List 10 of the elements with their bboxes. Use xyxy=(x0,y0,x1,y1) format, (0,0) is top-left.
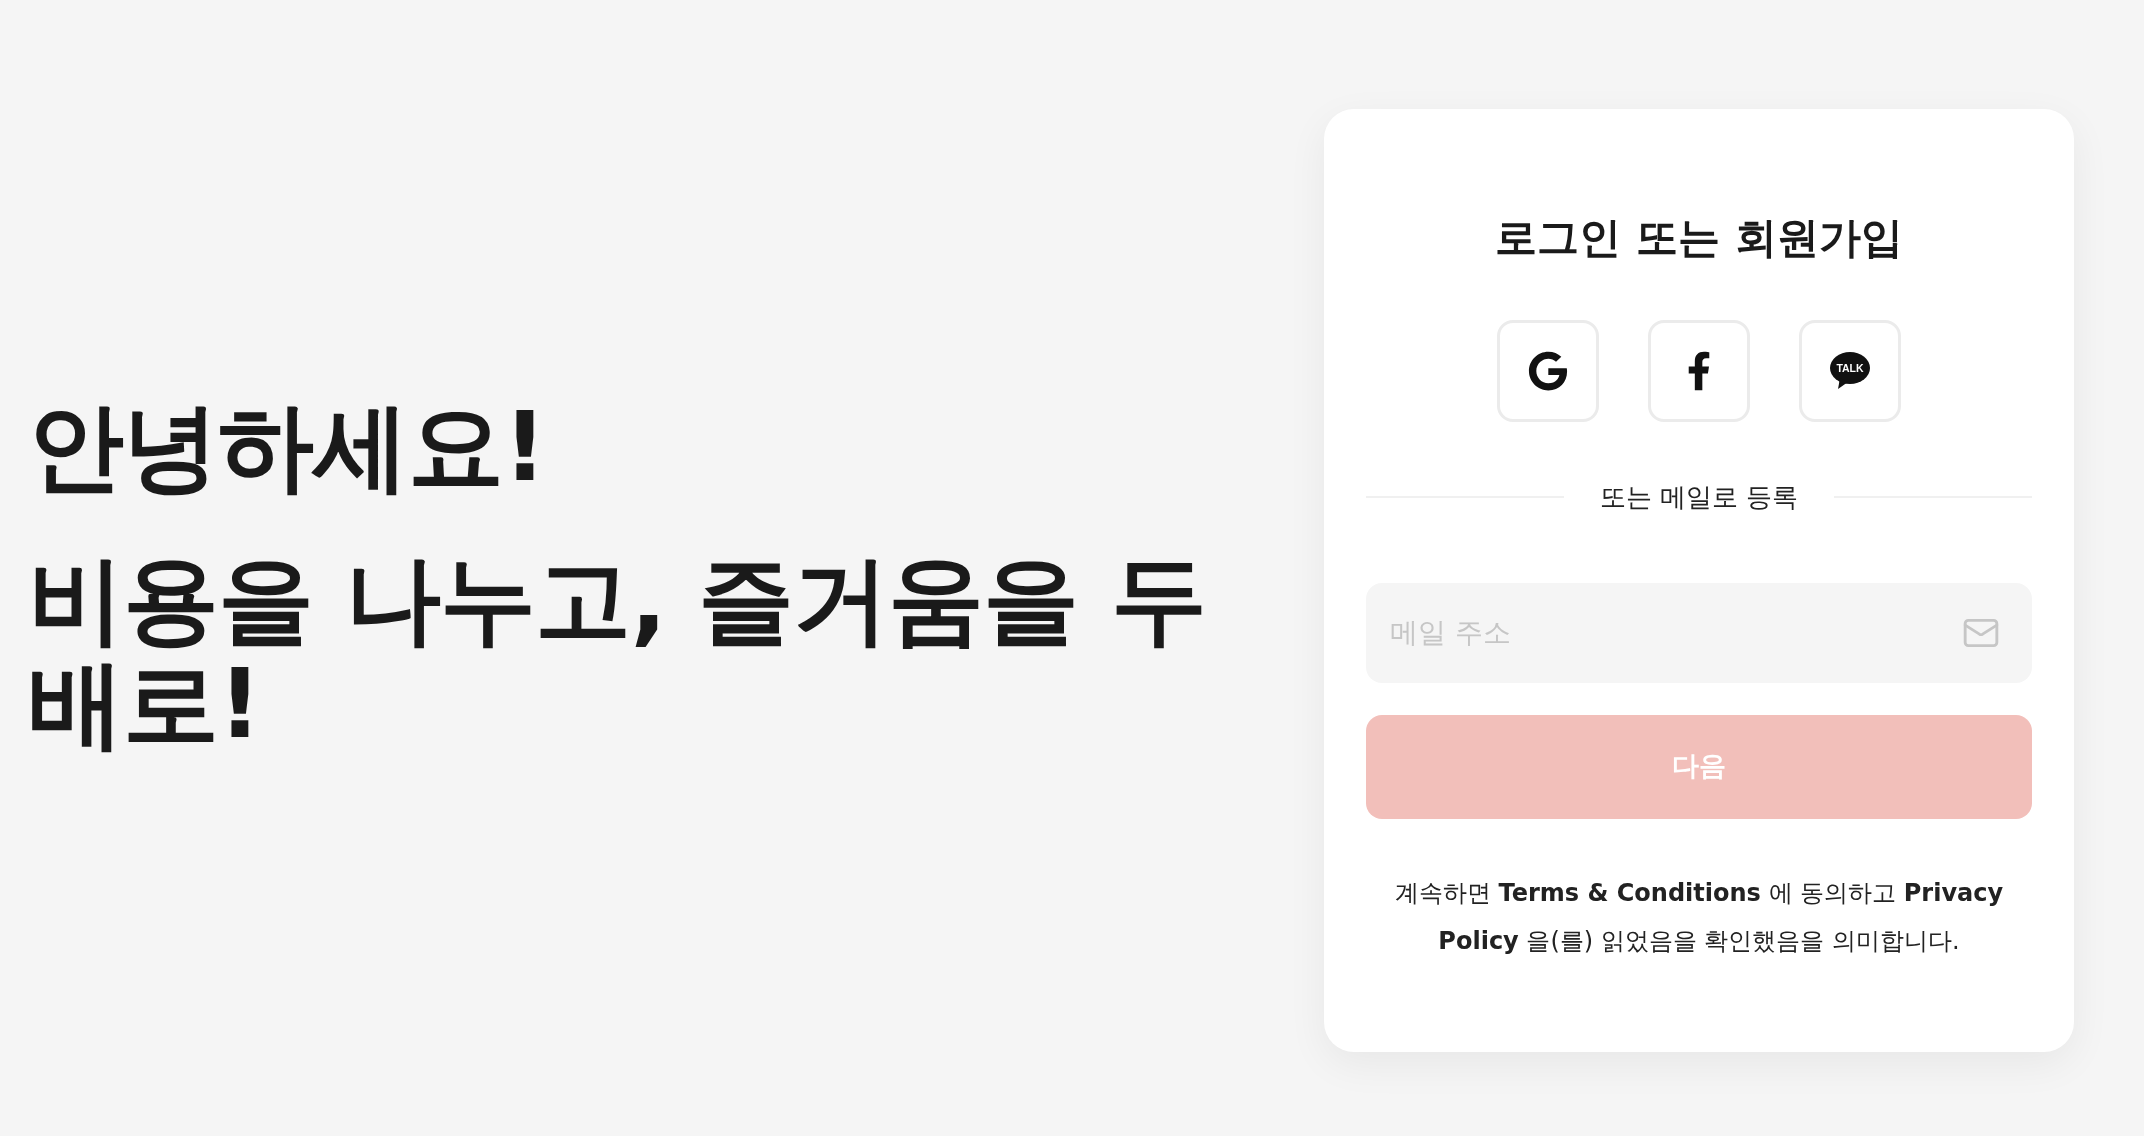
tagline-heading: 비용을 나누고, 즐거움을 두 배로! xyxy=(28,548,1207,756)
greeting-heading: 안녕하세요! xyxy=(28,392,546,502)
g-logo-icon xyxy=(1528,350,1568,391)
card-title: 로그인 또는 회원가입 xyxy=(1495,212,1903,263)
terms-notice: 계속하면 Terms & Conditions 에 동의하고 Privacy Policy 을(를) 읽었음을 확인했음을 의미합니다. xyxy=(1393,877,2005,957)
social-login-button[interactable] xyxy=(1648,319,1750,422)
f-logo-icon xyxy=(1687,350,1711,391)
social-login-button[interactable]: TALK xyxy=(1799,319,1901,422)
divider-label: 또는 메일로 등록 xyxy=(1599,480,1799,514)
social-login-button[interactable] xyxy=(1497,319,1599,422)
